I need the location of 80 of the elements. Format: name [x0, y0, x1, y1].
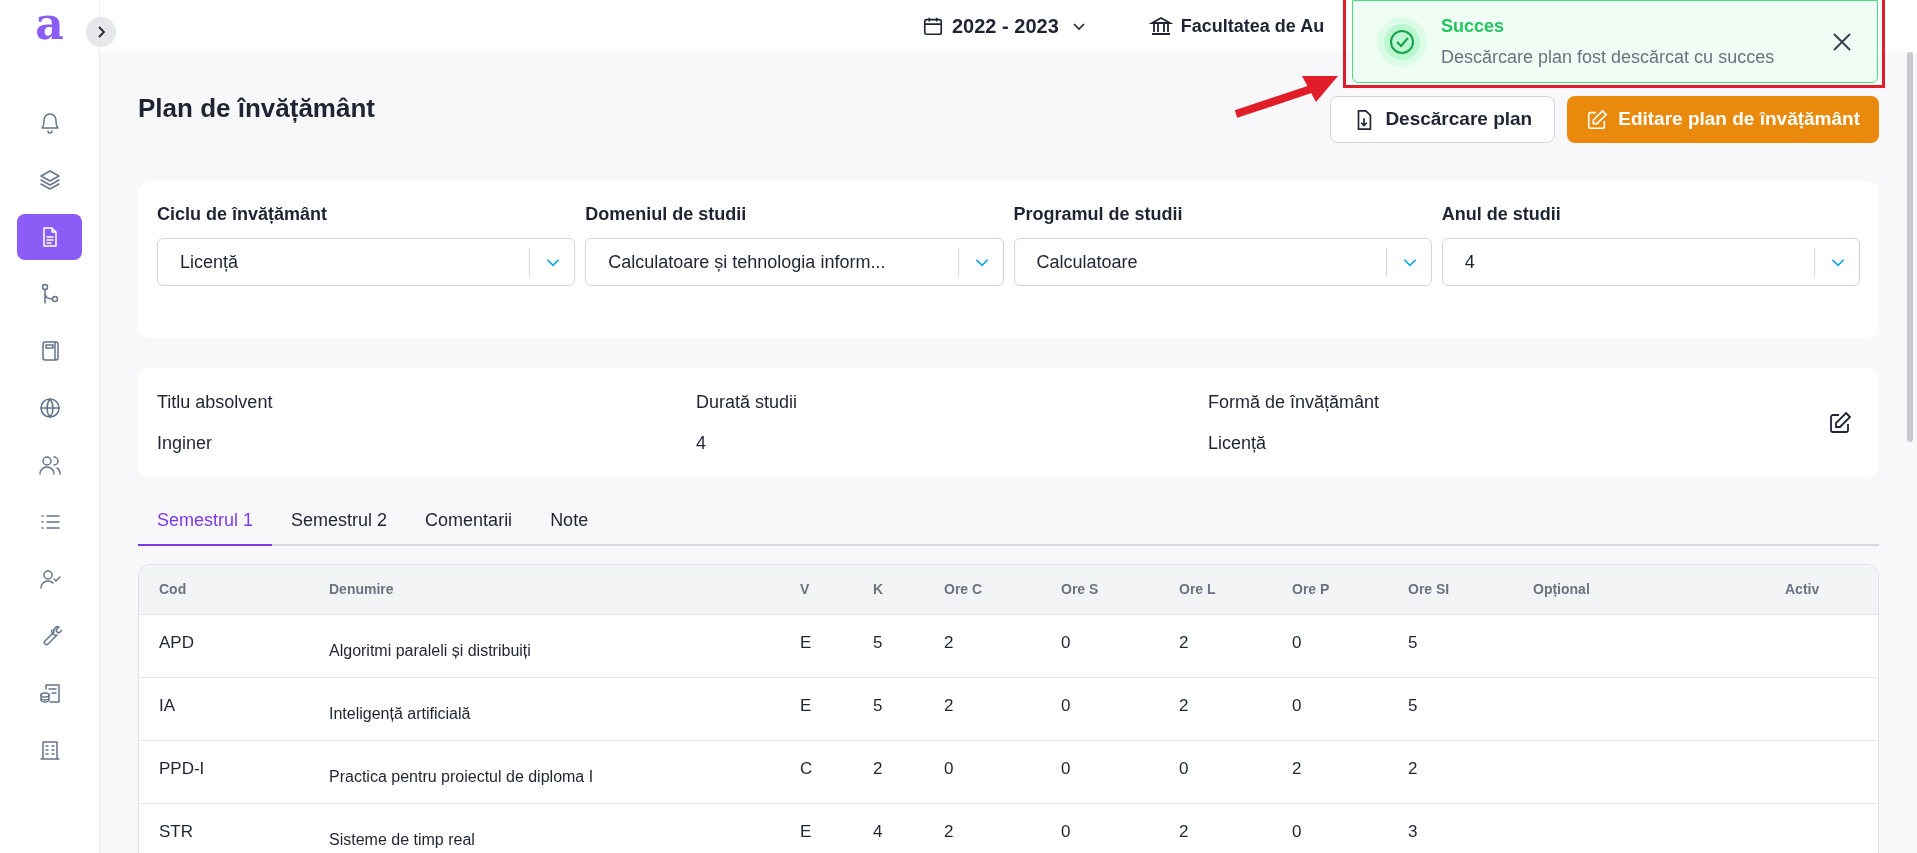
table-cell: 5	[873, 695, 883, 715]
table-cell: 2	[873, 758, 883, 778]
table-cell: 2	[1179, 821, 1189, 841]
field-label: Anul de studii	[1441, 203, 1562, 226]
table-cell: 0	[1061, 758, 1071, 778]
edit-icon	[1586, 108, 1609, 131]
detail-label: Durată studii	[696, 390, 799, 414]
column-header: Denumire	[309, 565, 780, 614]
download-button[interactable]: Descărcare plan	[1330, 96, 1556, 143]
table-cell: E	[800, 632, 812, 652]
table-cell: 2	[1179, 695, 1189, 715]
table-cell: 5	[1408, 632, 1418, 652]
column-header: Cod	[139, 565, 309, 614]
table-cell: 5	[1408, 695, 1418, 715]
table-cell: 2	[944, 695, 954, 715]
edit-icon[interactable]	[1828, 410, 1852, 435]
document-icon[interactable]	[17, 214, 82, 260]
field-label: Programul de studii	[1013, 203, 1184, 226]
field-label: Domeniul de studii	[585, 203, 748, 226]
table-cell: 2	[944, 821, 954, 841]
select-field[interactable]: Calculatoare	[1013, 238, 1432, 286]
table-cell: 2	[1292, 758, 1302, 778]
table-cell: 2	[1408, 758, 1418, 778]
close-icon[interactable]	[1831, 30, 1853, 53]
tab[interactable]: Semestrul 2	[272, 507, 407, 544]
table-cell: Inteligență artificială	[329, 704, 471, 722]
table-cell: STR	[159, 821, 193, 841]
table-cell: 0	[1179, 758, 1189, 778]
select-field[interactable]: Calculatoare și tehnologia inform...	[585, 238, 1004, 286]
table-cell: 0	[1292, 632, 1302, 652]
table-cell: PPD-I	[159, 758, 205, 778]
column-header: K	[853, 565, 924, 614]
toast-title: Succes	[1441, 14, 1506, 38]
table-cell: 0	[1292, 821, 1302, 841]
faculty-selector[interactable]: Facultatea de Au	[1180, 12, 1325, 40]
table-cell: 0	[1061, 632, 1071, 652]
table-cell: 0	[1292, 695, 1302, 715]
year-selector[interactable]: 2022 - 2023	[952, 11, 1087, 41]
select-field[interactable]: Licență	[157, 238, 576, 286]
detail-value: Licență	[1208, 431, 1268, 455]
column-header: Ore S	[1041, 565, 1159, 614]
select-field[interactable]: 4	[1441, 238, 1860, 286]
column-header: Opțional	[1513, 565, 1765, 614]
detail-label: Formă de învățământ	[1208, 390, 1381, 414]
table-cell: 3	[1408, 821, 1418, 841]
table-cell: Sisteme de timp real	[329, 831, 475, 848]
table-cell: E	[800, 821, 812, 841]
calendar-icon	[922, 15, 944, 37]
column-header: Ore SI	[1388, 565, 1513, 614]
table-cell: Practica pentru proiectul de diploma I	[329, 767, 594, 785]
bank-icon	[1148, 14, 1173, 38]
table-cell: E	[800, 695, 812, 715]
table-cell: C	[800, 758, 813, 778]
table-cell: IA	[159, 695, 176, 715]
table-cell: 0	[944, 758, 954, 778]
column-header: Activ	[1765, 565, 1878, 614]
check-circle-icon	[1377, 16, 1427, 67]
column-header: Ore C	[924, 565, 1041, 614]
table-cell: 2	[1179, 632, 1189, 652]
detail-value: Inginer	[157, 431, 214, 455]
table-cell: APD	[159, 632, 194, 652]
table-cell: 4	[873, 821, 883, 841]
field-label: Ciclu de învățământ	[157, 203, 329, 226]
detail-value: 4	[696, 431, 707, 455]
table-cell: Algoritmi paraleli și distribuiți	[329, 641, 531, 659]
page-title: Plan de învățământ	[138, 92, 375, 125]
tab[interactable]: Comentarii	[406, 507, 532, 544]
app-logo: a	[35, 2, 64, 48]
sidebar-toggle[interactable]	[86, 17, 116, 47]
table-cell: 0	[1061, 695, 1071, 715]
column-header: Ore L	[1159, 565, 1272, 614]
column-header: V	[780, 565, 853, 614]
table-cell: 5	[873, 632, 883, 652]
tab[interactable]: Semestrul 1	[138, 507, 273, 546]
table-cell: 0	[1061, 821, 1071, 841]
toast-message: Descărcare plan fost descărcat cu succes	[1441, 45, 1776, 69]
table-cell: 2	[944, 632, 954, 652]
tab[interactable]: Note	[531, 507, 608, 544]
detail-label: Titlu absolvent	[157, 390, 274, 414]
column-header: Ore P	[1272, 565, 1388, 614]
